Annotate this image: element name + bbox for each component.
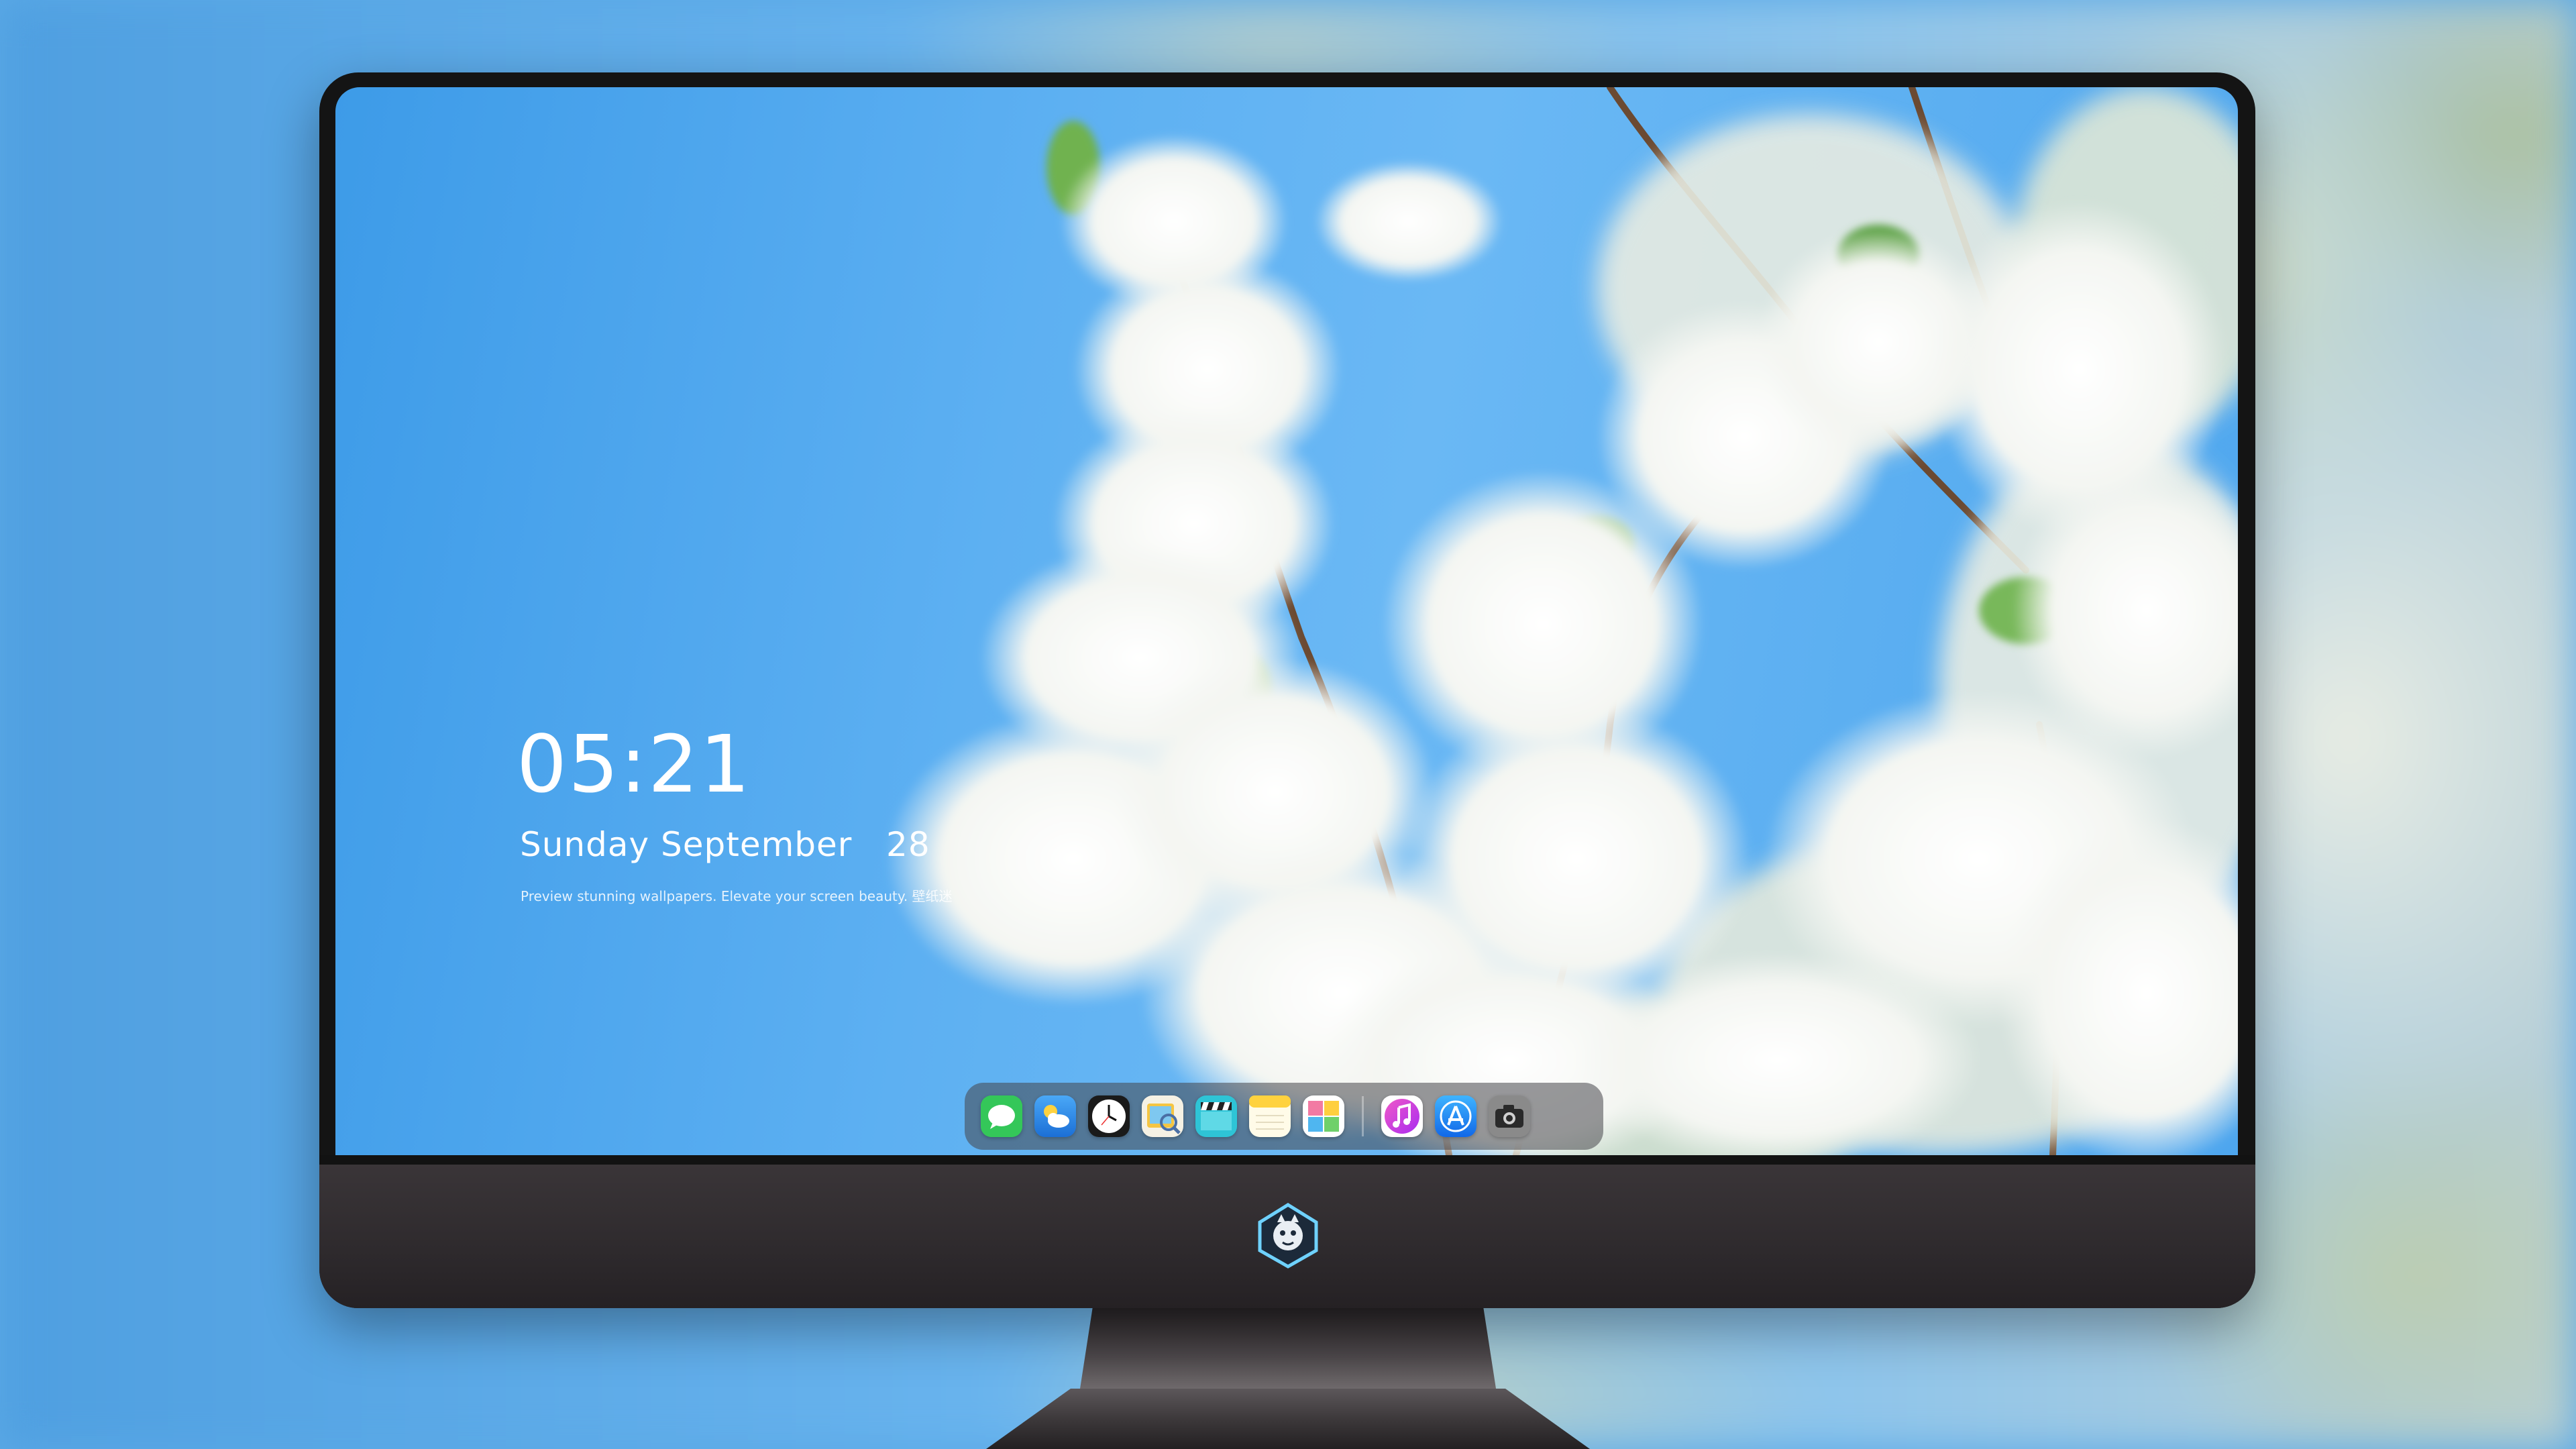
dock-item-music[interactable]	[1381, 1095, 1423, 1137]
dock-item-photos[interactable]	[1303, 1095, 1344, 1137]
dock-item-preview[interactable]	[1142, 1095, 1183, 1137]
dock	[965, 1083, 1603, 1150]
dock-item-messages[interactable]	[981, 1095, 1022, 1137]
clapperboard-icon	[1195, 1095, 1237, 1137]
dock-item-camera[interactable]	[1489, 1095, 1530, 1137]
brand-logo-icon	[1254, 1202, 1322, 1269]
lock-screen-time: 05:21	[517, 718, 752, 810]
monitor-stand-neck	[1080, 1308, 1496, 1389]
dock-item-clock[interactable]	[1088, 1095, 1130, 1137]
scene: 05:21 Sunday September 28 Preview stunni…	[0, 0, 2576, 1449]
monitor-stand-base	[986, 1389, 1590, 1449]
lock-screen-tagline: Preview stunning wallpapers. Elevate you…	[521, 888, 953, 904]
music-icon	[1381, 1095, 1423, 1137]
messages-icon	[981, 1095, 1022, 1137]
dock-item-app-store[interactable]	[1435, 1095, 1477, 1137]
dock-item-notes[interactable]	[1249, 1095, 1291, 1137]
lock-screen: 05:21 Sunday September 28 Preview stunni…	[335, 87, 2238, 1155]
clock-icon	[1088, 1095, 1130, 1137]
dock-item-weather[interactable]	[1034, 1095, 1076, 1137]
preview-icon	[1142, 1095, 1183, 1137]
dock-separator	[1362, 1096, 1364, 1136]
photos-icon	[1303, 1095, 1344, 1137]
weather-icon	[1034, 1095, 1076, 1137]
lock-screen-date: Sunday September 28	[520, 825, 930, 864]
app-store-icon	[1435, 1095, 1477, 1137]
camera-icon	[1489, 1095, 1530, 1137]
wallpaper-blossoms	[885, 87, 2238, 1155]
dock-item-video[interactable]	[1195, 1095, 1237, 1137]
notes-icon	[1249, 1095, 1291, 1137]
